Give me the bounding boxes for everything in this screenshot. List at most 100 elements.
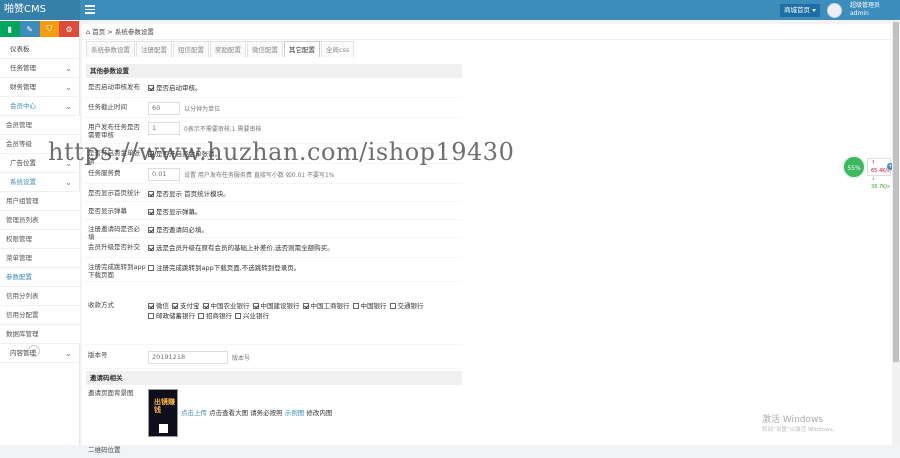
payment-method-checkbox[interactable] xyxy=(252,303,259,309)
speed-ball[interactable]: 55% xyxy=(842,155,866,179)
payment-method-option[interactable]: 中国建设银行 xyxy=(252,301,300,311)
config-tabs: 系统参数设置 注册配置 短信配置 奖励配置 微信配置 其它配置 全局css xyxy=(82,41,355,57)
payment-method-option[interactable]: 支付宝 xyxy=(172,301,200,311)
menu-toggle-icon[interactable] xyxy=(85,5,95,15)
scrollbar-thumb[interactable] xyxy=(893,22,899,362)
setting-checkbox[interactable] xyxy=(148,191,154,197)
sidebar-item[interactable]: 系统设置 ⌄ xyxy=(0,173,80,192)
main-content: ⌂ 首页 > 系统参数设置 系统参数设置 注册配置 短信配置 奖励配置 微信配置 其它配置… xyxy=(82,24,892,454)
breadcrumb-home[interactable]: 首页 xyxy=(92,28,105,36)
sidebar-item[interactable]: 会员管理 xyxy=(0,116,80,135)
sidebar-item[interactable]: 任务管理 ⌄ xyxy=(0,59,80,78)
qr-position-row: 二维码位置 xyxy=(86,444,462,458)
user-menu[interactable]: 超级管理员 admin xyxy=(850,2,880,18)
sidebar-item[interactable]: 管理员列表 xyxy=(0,211,80,230)
breadcrumb: ⌂ 首页 > 系统参数设置 xyxy=(82,24,892,40)
pencil-icon[interactable]: ✎ xyxy=(19,21,40,37)
avatar[interactable] xyxy=(827,3,842,18)
setting-input[interactable]: 60 xyxy=(148,102,180,115)
payment-method-option[interactable]: 邮政储蓄银行 xyxy=(148,311,195,321)
payment-method-checkbox[interactable] xyxy=(235,313,241,319)
setting-row: 是否显示弹幕 是否显示弹幕。 xyxy=(86,204,462,220)
payment-method-label: 中国银行 xyxy=(360,302,387,310)
sidebar-item[interactable]: 财务管理 ⌄ xyxy=(0,78,80,97)
sidebar-item[interactable]: 参数配置 xyxy=(0,268,80,287)
sidebar-item[interactable]: 信用分配置 xyxy=(0,306,80,325)
tab[interactable]: 短信配置 xyxy=(173,41,209,57)
payment-method-checkbox[interactable] xyxy=(172,303,178,309)
sidebar-item[interactable]: 权限管理 xyxy=(0,230,80,249)
setting-row: 任务截止时间 60 以分钟为单位 xyxy=(86,100,462,118)
site-preview-button[interactable]: 商城首页 xyxy=(780,4,820,17)
view-large-link[interactable]: 点击查看大图 xyxy=(209,409,248,417)
sidebar-item[interactable]: 菜单管理 xyxy=(0,249,80,268)
setting-checkbox-text: 注册完成跳转到app下载页面,不选跳转到登录页。 xyxy=(156,264,301,272)
payment-method-label: 中国工商银行 xyxy=(310,302,350,310)
payment-method-label: 兴业银行 xyxy=(243,312,269,320)
payment-method-option[interactable]: 中国农业银行 xyxy=(202,301,250,311)
payment-method-checkbox[interactable] xyxy=(352,303,359,309)
network-speed-widget[interactable]: 55% ↑ 65.4K/s ↓ 38.7K/s + xyxy=(842,155,894,190)
sidebar-item[interactable]: 数据库管理 xyxy=(0,325,80,344)
sidebar-item[interactable]: 仪表板 xyxy=(0,40,80,59)
setting-row: 注册邀请码是否必填 是否邀请码必填。 xyxy=(86,222,462,241)
sidebar-item[interactable]: 会员中心 ⌄ xyxy=(0,97,80,116)
page-scrollbar[interactable] xyxy=(892,20,900,445)
site-preview-label: 商城首页 xyxy=(784,6,810,14)
payment-method-checkbox[interactable] xyxy=(148,303,154,309)
poster-image[interactable]: 出镜赚钱 xyxy=(148,389,178,437)
setting-hint: 设置 用户发布任务服务费 直接写小数 如0.01 不要写1% xyxy=(184,171,335,179)
upload-link[interactable]: 点击上传 xyxy=(181,409,207,417)
sidebar-item-label: 会员管理 xyxy=(6,121,32,129)
setting-checkbox[interactable] xyxy=(148,227,154,233)
bar-chart-icon[interactable]: ▮ xyxy=(0,21,20,37)
payment-method-checkbox[interactable] xyxy=(302,303,309,309)
sidebar-item-label: 管理员列表 xyxy=(6,216,39,224)
home-icon[interactable]: ⌂ xyxy=(86,28,90,36)
payment-method-option[interactable]: 招商银行 xyxy=(198,311,232,321)
setting-row: 会员升级是否补交 选是会员升级在原有会员的基础上补差价,选否则需全额购买。 xyxy=(86,240,462,258)
setting-checkbox[interactable] xyxy=(148,245,154,251)
setting-input[interactable]: 1 xyxy=(148,122,180,135)
tab[interactable]: 其它配置 xyxy=(284,41,320,57)
user-role: 超级管理员 xyxy=(850,2,881,9)
sidebar-item[interactable]: 信用分列表 xyxy=(0,287,80,306)
payment-method-checkbox[interactable] xyxy=(389,303,396,309)
tab[interactable]: 奖励配置 xyxy=(210,41,246,57)
setting-input[interactable]: 0.01 xyxy=(148,168,180,181)
payment-method-label: 招商银行 xyxy=(206,312,232,320)
payment-method-checkbox[interactable] xyxy=(198,313,204,319)
sidebar-item[interactable]: 用户组管理 xyxy=(0,192,80,211)
version-row: 版本号 20191218 版本号 xyxy=(86,347,462,369)
tab[interactable]: 微信配置 xyxy=(247,41,283,57)
payment-method-option[interactable]: 中国工商银行 xyxy=(302,301,350,311)
user-name: admin xyxy=(850,10,869,17)
gear-icon[interactable]: ⚙ xyxy=(59,21,79,37)
payment-methods-list: 微信 支付宝 中国农业银行 中国建设银行 中国工商银行 中国银行 交通银行邮政储蓄银行 招商银… xyxy=(148,301,448,321)
qr-code-icon xyxy=(159,424,168,433)
tab[interactable]: 注册配置 xyxy=(136,41,172,57)
shield-icon[interactable]: ⛉ xyxy=(39,21,60,37)
sidebar-item-label: 会员等级 xyxy=(6,140,32,148)
setting-checkbox[interactable] xyxy=(148,209,154,215)
app-logo[interactable]: 啪赞CMS xyxy=(0,0,80,20)
payment-method-checkbox[interactable] xyxy=(148,313,154,319)
setting-checkbox[interactable] xyxy=(148,265,154,271)
tab[interactable]: 全局css xyxy=(321,41,355,57)
tab[interactable]: 系统参数设置 xyxy=(86,41,135,57)
sidebar-item-label: 广告位置 xyxy=(10,159,36,167)
sample-link[interactable]: 示例图 xyxy=(285,409,305,417)
modify-text: 修改内图 xyxy=(306,409,333,417)
setting-hint: 0表示不需要审核,1 需要审核 xyxy=(184,125,262,133)
sidebar-item[interactable]: 内容管理 ⌄ xyxy=(0,344,80,363)
payment-method-option[interactable]: 微信 xyxy=(148,301,169,311)
version-input[interactable]: 20191218 xyxy=(148,351,228,364)
payment-method-option[interactable]: 兴业银行 xyxy=(235,311,269,321)
collapse-sidebar-button[interactable]: « xyxy=(28,345,40,357)
setting-label: 用户发布任务是否需要审核 xyxy=(88,123,140,139)
payment-method-option[interactable]: 中国银行 xyxy=(352,301,387,311)
payment-method-option[interactable]: 交通银行 xyxy=(389,301,424,311)
payment-method-checkbox[interactable] xyxy=(202,303,209,309)
setting-checkbox[interactable] xyxy=(148,85,154,91)
top-bar: 啪赞CMS 商城首页 超级管理员 admin xyxy=(0,0,900,20)
